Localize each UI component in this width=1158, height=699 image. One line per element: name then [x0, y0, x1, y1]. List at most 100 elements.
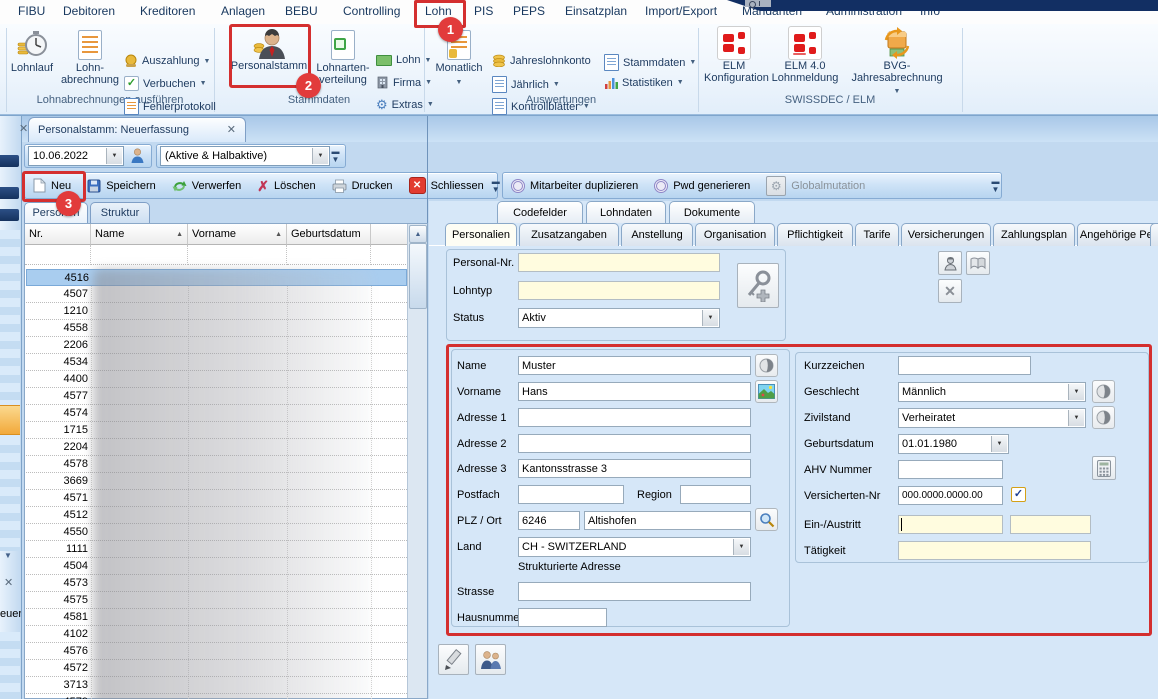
tab-lohndaten[interactable]: Lohndaten	[586, 201, 666, 223]
tab-dokumente[interactable]: Dokumente	[669, 201, 755, 223]
filter-cell-nr[interactable]	[25, 245, 91, 265]
loeschen-button[interactable]: ✗ Löschen	[249, 174, 323, 198]
filter-cell-vorname[interactable]	[188, 245, 287, 265]
filter-cell-geburtsdatum[interactable]	[287, 245, 371, 265]
elm40-lohnmeldung-button[interactable]: ELM 4.0 Lohnmeldung	[768, 26, 842, 84]
period-date-combo[interactable]: 10.06.2022	[28, 146, 124, 166]
highlighted-period-bar[interactable]	[0, 405, 20, 435]
new-key-button[interactable]	[737, 263, 779, 308]
jahreslohnkonto-button[interactable]: Jahreslohnkonto	[492, 54, 591, 67]
auszahlung-button[interactable]: Auszahlung▼	[124, 54, 210, 68]
tab-versicherungen[interactable]: Versicherungen	[901, 223, 991, 246]
tab-struktur[interactable]: Struktur	[90, 202, 150, 223]
kontrollblaetter-button[interactable]: Kontrollblätter▼	[492, 98, 590, 115]
pwd-label: Pwd generieren	[673, 180, 750, 192]
menu-item-peps[interactable]: PEPS	[513, 4, 545, 18]
fehlerprotokoll-button[interactable]: Fehlerprotokoll	[124, 98, 216, 115]
active-filter-combo[interactable]: (Aktive & Halbaktive)	[160, 146, 330, 166]
mitarbeiter-duplizieren-button[interactable]: Mitarbeiter duplizieren	[503, 174, 646, 198]
toolbar-overflow-icon[interactable]: ▬▼	[990, 178, 1001, 194]
tab-angehoerige-person[interactable]: Angehörige Person	[1077, 223, 1158, 246]
close-tab-icon[interactable]: ✕	[227, 125, 236, 136]
personal-nr-field[interactable]	[518, 253, 720, 272]
bvg-jahresabrechnung-button[interactable]: BVG- Jahresabrechnung ▼	[844, 26, 950, 98]
tab-pflichtigkeit[interactable]: Pflichtigkeit	[777, 223, 853, 246]
menu-item-pis[interactable]: PIS	[474, 4, 493, 18]
stammdaten-auswertung-button[interactable]: Stammdaten▼	[604, 54, 696, 71]
filter-dropdown-icon[interactable]	[312, 148, 328, 164]
speichern-button[interactable]: Speichern	[79, 174, 164, 198]
edit-button[interactable]	[438, 644, 469, 675]
lohntyp-field[interactable]	[518, 281, 720, 300]
tab-tarife[interactable]: Tarife	[855, 223, 899, 246]
menu-item-kreditoren[interactable]: Kreditoren	[140, 4, 195, 18]
scrollbar-thumb[interactable]	[409, 243, 427, 309]
column-header-name[interactable]: Name▲	[91, 224, 188, 245]
verwerfen-button[interactable]: Verwerfen	[164, 174, 250, 198]
firma-button[interactable]: Firma▼	[376, 76, 432, 89]
lohnartenverteilung-button[interactable]: Lohnarten- verteilung	[312, 28, 374, 86]
table-vertical-scrollbar[interactable]: ▲	[407, 224, 427, 698]
chevron-down-icon[interactable]: ▼	[4, 551, 12, 560]
extras-button[interactable]: ⚙ Extras▼	[376, 98, 434, 111]
tab-zahlungsplan[interactable]: Zahlungsplan	[993, 223, 1075, 246]
tab-cut-off[interactable]: B	[1150, 223, 1158, 246]
column-header-geburtsdatum[interactable]: Geburtsdatum	[287, 224, 371, 245]
menu-item-fibu[interactable]: FIBU	[18, 4, 45, 18]
collapsed-window-bar[interactable]	[0, 155, 19, 167]
lohn-menu-button[interactable]: Lohn▼	[376, 54, 431, 66]
lohnlauf-button[interactable]: Lohnlauf	[6, 28, 58, 74]
employees-button[interactable]	[475, 644, 506, 675]
clear-tool-button[interactable]: ✕	[938, 279, 962, 303]
panel-splitter[interactable]	[21, 116, 22, 699]
status-dropdown-icon[interactable]	[702, 310, 718, 326]
tab-personalien[interactable]: Personalien	[445, 223, 517, 246]
ribbon: Lohnabrechnungen ausführen Stammdaten Au…	[0, 24, 1158, 116]
statistiken-button[interactable]: Statistiken▼	[604, 76, 684, 89]
close-icon[interactable]: ✕	[19, 122, 28, 135]
collapsed-window-bar[interactable]	[0, 209, 19, 221]
globalmutation-button[interactable]: ⚙ Globalmutation	[758, 174, 873, 198]
annotation-highlight-form	[446, 344, 1152, 636]
tab-organisation[interactable]: Organisation	[695, 223, 775, 246]
collapsed-window-bar[interactable]	[0, 187, 19, 199]
column-header-vorname[interactable]: Vorname▲	[188, 224, 287, 245]
column-header-nr[interactable]: Nr.	[25, 224, 91, 245]
verbuchen-button[interactable]: ✓ Verbuchen▼	[124, 76, 207, 91]
filter-cell-name[interactable]	[91, 245, 188, 265]
redacted-names-region	[93, 269, 371, 699]
scroll-up-icon[interactable]: ▲	[409, 225, 427, 243]
person-tool-button[interactable]	[938, 251, 962, 275]
verwerfen-label: Verwerfen	[192, 180, 242, 192]
person-filter-button[interactable]	[126, 145, 148, 167]
tab-codefelder[interactable]: Codefelder	[497, 201, 583, 223]
menu-item-controlling[interactable]: Controlling	[343, 4, 400, 18]
tab-anstellung[interactable]: Anstellung	[621, 223, 693, 246]
drucken-button[interactable]: Drucken	[324, 174, 401, 198]
gear-icon: ⚙	[376, 98, 388, 111]
close-icon[interactable]: ✕	[4, 576, 13, 589]
lohnabrechnung-button[interactable]: Lohn- abrechnung	[60, 28, 120, 86]
toolbar-overflow-icon[interactable]: ▬▼	[492, 178, 500, 194]
menu-item-debitoren[interactable]: Debitoren	[63, 4, 115, 18]
document-tab-title: Personalstamm: Neuerfassung	[38, 124, 189, 136]
menu-item-anlagen[interactable]: Anlagen	[221, 4, 265, 18]
date-dropdown-icon[interactable]	[106, 148, 122, 164]
tab-personalien-label: Personalien	[452, 229, 510, 241]
schliessen-button[interactable]: ✕ Schliessen	[401, 174, 492, 198]
menu-item-einsatzplan[interactable]: Einsatzplan	[565, 4, 627, 18]
overlapping-window-controls	[745, 0, 771, 7]
elm-konfiguration-button[interactable]: ELM Konfiguration	[704, 26, 764, 84]
status-combo[interactable]: Aktiv	[518, 308, 720, 328]
tab-versicherungen-label: Versicherungen	[908, 229, 984, 241]
menu-item-import-export[interactable]: Import/Export	[645, 4, 717, 18]
menu-item-bebu[interactable]: BEBU	[285, 4, 318, 18]
toolbar-overflow-icon[interactable]: ▬▼	[330, 148, 341, 164]
book-tool-button[interactable]	[966, 251, 990, 275]
filter-toolbar: (Aktive & Halbaktive) ▬▼	[156, 144, 346, 168]
tab-zusatzangaben[interactable]: Zusatzangaben	[519, 223, 619, 246]
pwd-generieren-button[interactable]: Pwd generieren	[646, 174, 758, 198]
annotation-step-1: 1	[438, 17, 463, 42]
document-tab-personalstamm[interactable]: Personalstamm: Neuerfassung ✕	[28, 117, 246, 142]
jaehrlich-button[interactable]: Jährlich▼	[492, 76, 560, 93]
